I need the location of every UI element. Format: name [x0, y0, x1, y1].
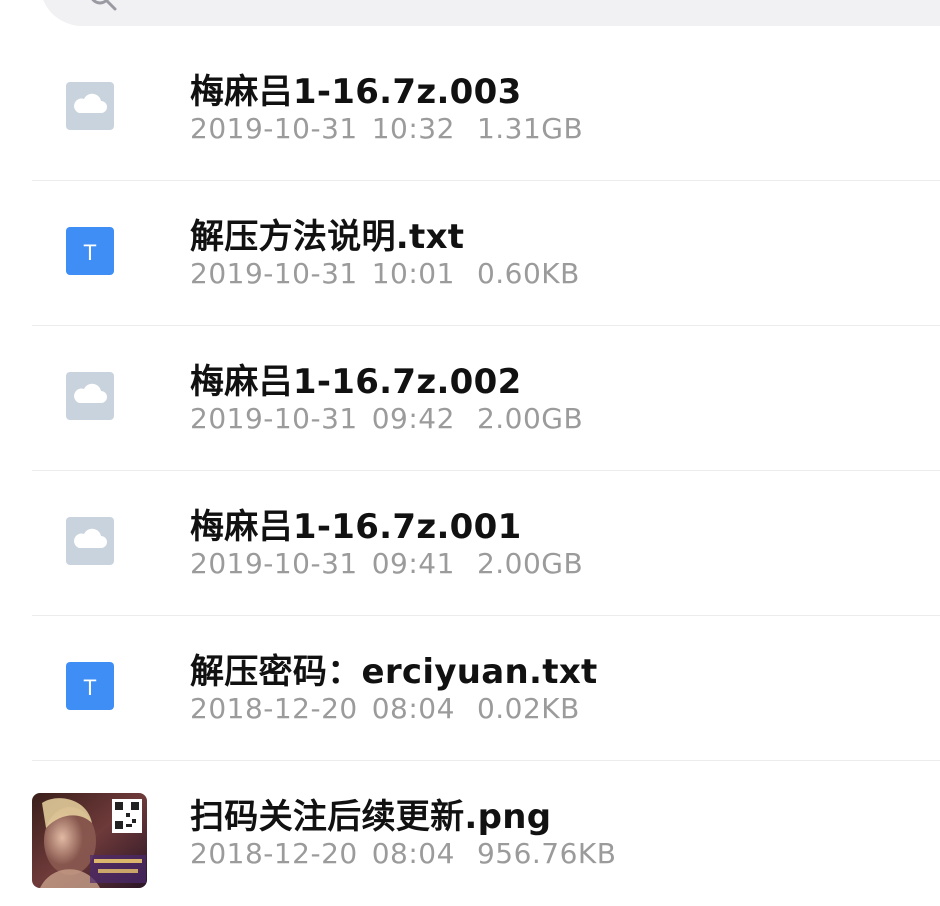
- file-name: 扫码关注后续更新.png: [190, 797, 552, 837]
- file-meta: 2019-10-31 10:01 0.60KB: [190, 257, 580, 290]
- file-date: 2018-12-20: [190, 837, 358, 870]
- file-row[interactable]: 梅麻吕1-16.7z.002 2019-10-31 09:42 2.00GB: [0, 326, 940, 471]
- file-meta: 2019-10-31 09:42 2.00GB: [190, 402, 583, 435]
- file-row[interactable]: T 解压方法说明.txt 2019-10-31 10:01 0.60KB: [0, 181, 940, 326]
- file-size: 0.02KB: [476, 692, 580, 725]
- search-bar[interactable]: [40, 0, 940, 26]
- file-time: 10:01: [371, 257, 455, 290]
- file-name: 解压密码：erciyuan.txt: [190, 652, 598, 692]
- text-file-letter: T: [83, 675, 96, 700]
- file-date: 2019-10-31: [190, 402, 358, 435]
- file-size: 0.60KB: [476, 257, 580, 290]
- file-name: 梅麻吕1-16.7z.002: [190, 362, 522, 402]
- cloud-file-icon: [66, 82, 114, 130]
- file-list: 梅麻吕1-16.7z.003 2019-10-31 10:32 1.31GB T 解…: [0, 36, 940, 906]
- file-size: 956.76KB: [476, 837, 617, 870]
- file-row[interactable]: 梅麻吕1-16.7z.001 2019-10-31 09:41 2.00GB: [0, 471, 940, 616]
- file-row[interactable]: 扫码关注后续更新.png 2018-12-20 08:04 956.76KB: [0, 761, 940, 906]
- file-name: 解压方法说明.txt: [190, 217, 465, 257]
- file-date: 2018-12-20: [190, 692, 358, 725]
- text-file-icon: T: [66, 662, 114, 710]
- file-meta: 2018-12-20 08:04 0.02KB: [190, 692, 580, 725]
- file-time: 08:04: [371, 692, 455, 725]
- file-meta: 2019-10-31 09:41 2.00GB: [190, 547, 583, 580]
- file-time: 09:42: [371, 402, 455, 435]
- text-file-icon: T: [66, 227, 114, 275]
- file-time: 09:41: [371, 547, 455, 580]
- file-date: 2019-10-31: [190, 257, 358, 290]
- file-size: 2.00GB: [476, 402, 584, 435]
- file-name: 梅麻吕1-16.7z.003: [190, 72, 522, 112]
- file-row[interactable]: 梅麻吕1-16.7z.003 2019-10-31 10:32 1.31GB: [0, 36, 940, 181]
- file-time: 08:04: [371, 837, 455, 870]
- file-size: 2.00GB: [476, 547, 584, 580]
- file-date: 2019-10-31: [190, 112, 358, 145]
- file-date: 2019-10-31: [190, 547, 358, 580]
- text-file-letter: T: [83, 240, 96, 265]
- file-row[interactable]: T 解压密码：erciyuan.txt 2018-12-20 08:04 0.02K…: [0, 616, 940, 761]
- cloud-file-icon: [66, 372, 114, 420]
- file-meta: 2018-12-20 08:04 956.76KB: [190, 837, 616, 870]
- file-size: 1.31GB: [476, 112, 584, 145]
- image-thumbnail: [32, 793, 147, 888]
- cloud-file-icon: [66, 517, 114, 565]
- file-time: 10:32: [371, 112, 455, 145]
- search-icon: [91, 0, 117, 11]
- file-meta: 2019-10-31 10:32 1.31GB: [190, 112, 583, 145]
- file-name: 梅麻吕1-16.7z.001: [190, 507, 522, 547]
